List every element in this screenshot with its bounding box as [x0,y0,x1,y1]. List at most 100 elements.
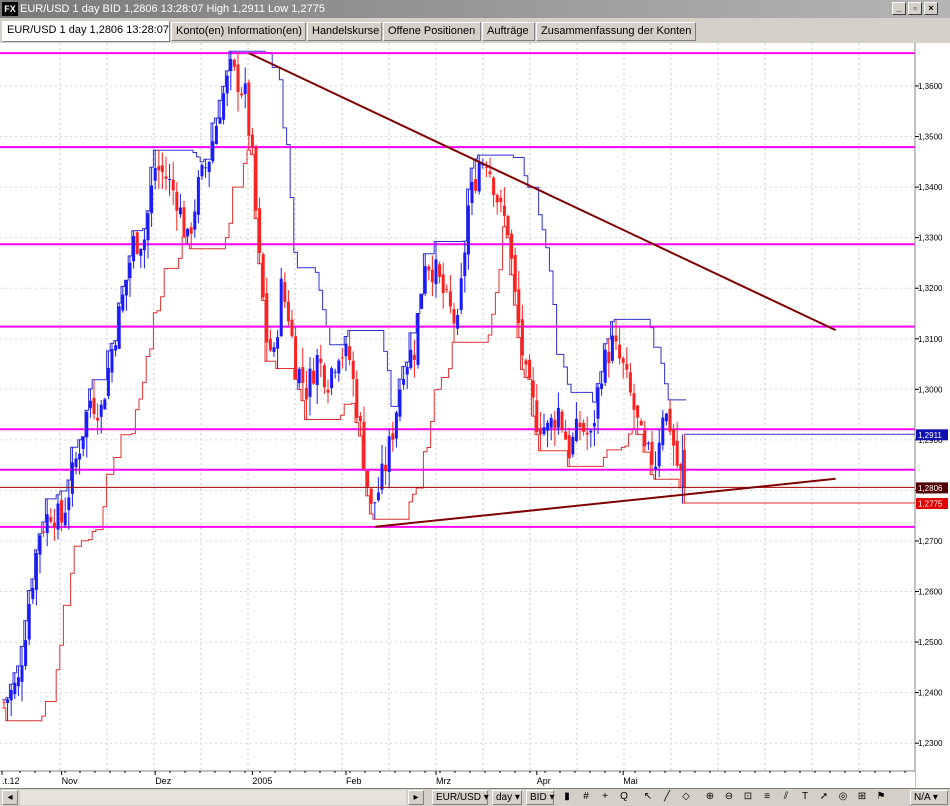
candle-body [391,433,395,440]
candle-body [528,359,532,379]
horizontal-scrollbar[interactable] [20,790,406,805]
candle-body [664,413,668,422]
candle [506,214,510,238]
candle [423,253,427,297]
candle-body [207,161,211,173]
zoom-out-icon[interactable]: ⊖ [722,790,736,805]
fit-icon[interactable]: ⊡ [741,790,755,805]
zoom-icon[interactable]: Q [617,790,631,805]
tab-chart-eurusd[interactable]: EUR/USD 1 day 1,2806 13:28:07 [2,21,170,42]
candle-body [254,147,258,211]
candle [427,264,431,281]
candle-body [585,432,589,435]
candle [132,230,136,269]
y-tick-label: 1,3500 [918,133,943,142]
candle-body [445,289,449,291]
tab-orders[interactable]: Aufträge [482,22,535,41]
cycle-icon[interactable]: ◎ [836,790,850,805]
candle [614,319,618,350]
candle [193,199,197,238]
candle-body [160,165,164,173]
candle [225,70,229,107]
tab-account-summary[interactable]: Zusammenfassung der Konten [536,22,696,41]
tab-bar: EUR/USD 1 day 1,2806 13:28:07 Konto(en) … [0,19,950,43]
current-price-label: 1,2806 [918,484,943,493]
period-icon[interactable]: ⊞ [855,790,869,805]
candle [254,144,258,219]
text-icon[interactable]: T [798,790,812,805]
candle-body [463,252,467,277]
close-button[interactable]: × [924,2,938,15]
candle-body [387,436,391,473]
marker-icon[interactable]: ⚑ [874,790,888,805]
candle-body [85,411,89,438]
zoom-in-icon[interactable]: ⊕ [703,790,717,805]
candle [268,329,272,353]
candle [412,339,416,378]
x-tick-label: Dez [155,776,172,786]
candle-body [286,301,290,322]
candle-body [430,269,434,283]
candle-body [654,466,658,470]
candle-body [582,422,586,432]
candle-body [243,83,247,95]
crosshair-icon[interactable]: + [598,790,612,805]
pointer-icon[interactable]: ↖ [641,790,655,805]
tab-open-positions[interactable]: Offene Positionen [383,22,481,41]
restore-button[interactable]: ▫ [908,2,922,15]
channel-icon[interactable]: ⫽ [779,790,793,805]
candle-body [650,441,654,465]
candle [459,262,463,315]
candle [60,491,64,532]
candle-body [348,346,352,361]
candle [301,347,305,401]
symbol-select[interactable]: EUR/USD ▾ [432,790,489,805]
scroll-left-button[interactable]: ◂ [2,790,18,805]
candle [337,358,341,382]
period-select[interactable]: day ▾ [492,790,522,805]
minimize-button[interactable]: _ [892,2,906,15]
candle [621,356,625,379]
candle [175,182,179,231]
candle [546,419,550,448]
y-tick-label: 1,3100 [918,335,943,344]
candle-body [675,440,679,466]
candle [528,354,532,380]
candle-body [322,365,326,388]
tab-account-info[interactable]: Konto(en) Information(en) [171,22,306,41]
candle-body [135,232,139,254]
candle [160,152,164,190]
candle [499,189,503,213]
price-type-select[interactable]: BID ▾ [526,790,554,805]
candle [117,303,121,349]
chart-area[interactable]: 1,23001,24001,25001,26001,27001,28001,29… [0,43,950,788]
candle-body [517,289,521,323]
line-icon[interactable]: ╱ [660,790,674,805]
candle-body [13,682,17,695]
grid-icon[interactable]: # [579,790,593,805]
candle [366,470,370,496]
candle [466,189,470,270]
candle [304,370,308,420]
x-tick-label: Apr [537,776,551,786]
candle-body [380,463,384,490]
shape-icon[interactable]: ◇ [679,790,693,805]
price-chart[interactable]: 1,23001,24001,25001,26001,27001,28001,29… [0,43,950,788]
candle-body [538,428,542,435]
candle-body [265,293,269,343]
tab-trading-rates[interactable]: Handelskurse [307,22,382,41]
fibo-icon[interactable]: ≡ [760,790,774,805]
candle-body [330,368,334,389]
candle [603,343,607,386]
arrow-icon[interactable]: ➚ [817,790,831,805]
scroll-right-button[interactable]: ▸ [408,790,424,805]
candle-body [506,216,510,236]
candle [49,507,53,524]
zoom-select[interactable]: N/A ▾ [910,790,948,805]
candle [510,229,514,275]
candle-body [16,677,20,687]
candle-icon[interactable]: ▮ [560,790,574,805]
candle [420,294,424,310]
candle [236,52,240,112]
candle-body [420,294,424,309]
